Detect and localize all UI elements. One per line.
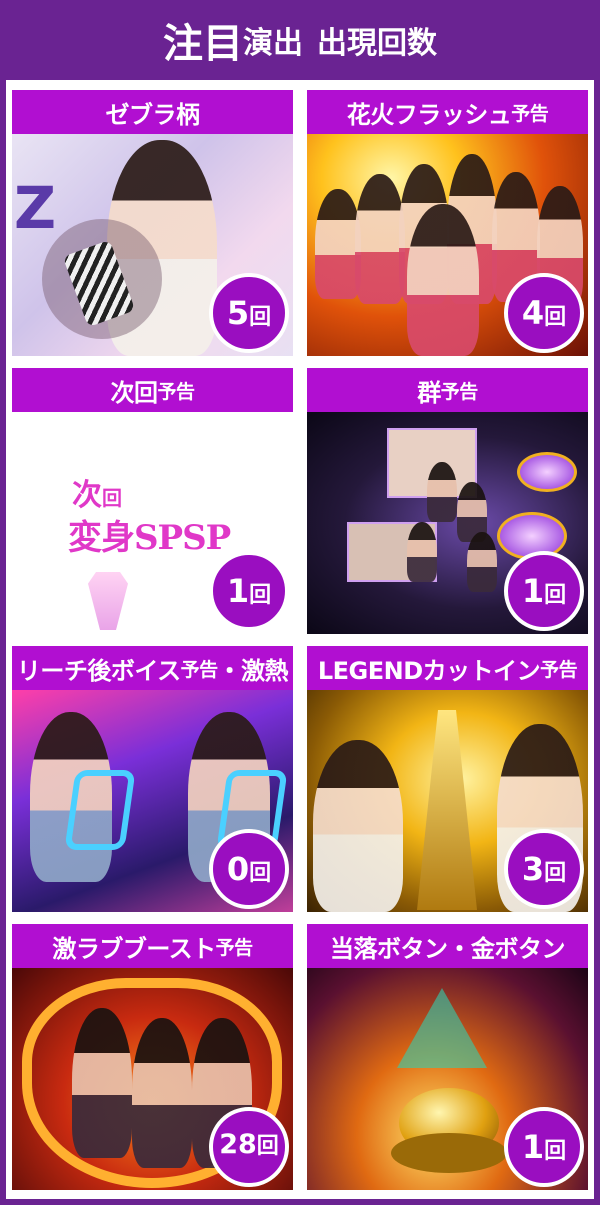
card-image: 28 回 (12, 968, 293, 1190)
card-image: 4回 (307, 134, 588, 356)
card-button: 当落ボタン・金ボタン 1回 (307, 924, 588, 1190)
jikai-image-line1: 次回 (72, 478, 122, 513)
page-frame: 注目 演出 出現 回数 ゼブラ柄 Z 5回 花火フラッシュ 予告 4 回 次回 … (0, 0, 600, 1205)
count-badge: 1回 (504, 1107, 584, 1187)
card-label: LEGENDカットイン 予告 (307, 646, 588, 690)
card-label: 花火フラッシュ 予告 (307, 90, 588, 134)
count-badge: 1回 (209, 551, 289, 631)
title-part-4: 回数 (377, 26, 437, 61)
card-label: 群予告 (307, 368, 588, 412)
card-hanabi-flash: 花火フラッシュ 予告 4回 (307, 90, 588, 356)
card-label: ゼブラ柄 (12, 90, 293, 134)
card-image: 次回 変身SPSP 1回 (12, 412, 293, 634)
card-jikai: 次回 予告 次回 変身SPSP 1回 (12, 368, 293, 634)
card-label: リーチ後ボイス 予告 ・激熱 (12, 646, 293, 690)
cards-panel: ゼブラ柄 Z 5回 花火フラッシュ 予告 4回 次回 予告 次回 変身SPSP … (6, 80, 594, 1199)
count-badge: 3回 (504, 829, 584, 909)
count-badge: 28 回 (209, 1107, 289, 1187)
card-image: 1回 (307, 412, 588, 634)
card-image: 0回 (12, 690, 293, 912)
card-reach-voice: リーチ後ボイス 予告 ・激熱 0回 (12, 646, 293, 912)
card-legend-cutin: LEGENDカットイン 予告 3回 (307, 646, 588, 912)
jikai-image-line2: 変身SPSP (68, 518, 231, 558)
count-badge: 1回 (504, 551, 584, 631)
card-label: 当落ボタン・金ボタン (307, 924, 588, 968)
count-badge: 4回 (504, 273, 584, 353)
count-badge: 5回 (209, 273, 289, 353)
title-part-2: 演出 (243, 26, 303, 61)
card-image: 3回 (307, 690, 588, 912)
page-title: 注目 演出 出現 回数 (0, 0, 600, 80)
card-label: 激ラブブースト 予告 (12, 924, 293, 968)
card-image: 1回 (307, 968, 588, 1190)
card-image: Z 5回 (12, 134, 293, 356)
count-badge: 0回 (209, 829, 289, 909)
card-gun: 群予告 1回 (307, 368, 588, 634)
title-part-1: 注目 (163, 21, 243, 67)
title-part-3: 出現 (317, 26, 377, 61)
card-label: 次回 予告 (12, 368, 293, 412)
card-zebra: ゼブラ柄 Z 5回 (12, 90, 293, 356)
card-love-boost: 激ラブブースト 予告 28 回 (12, 924, 293, 1190)
